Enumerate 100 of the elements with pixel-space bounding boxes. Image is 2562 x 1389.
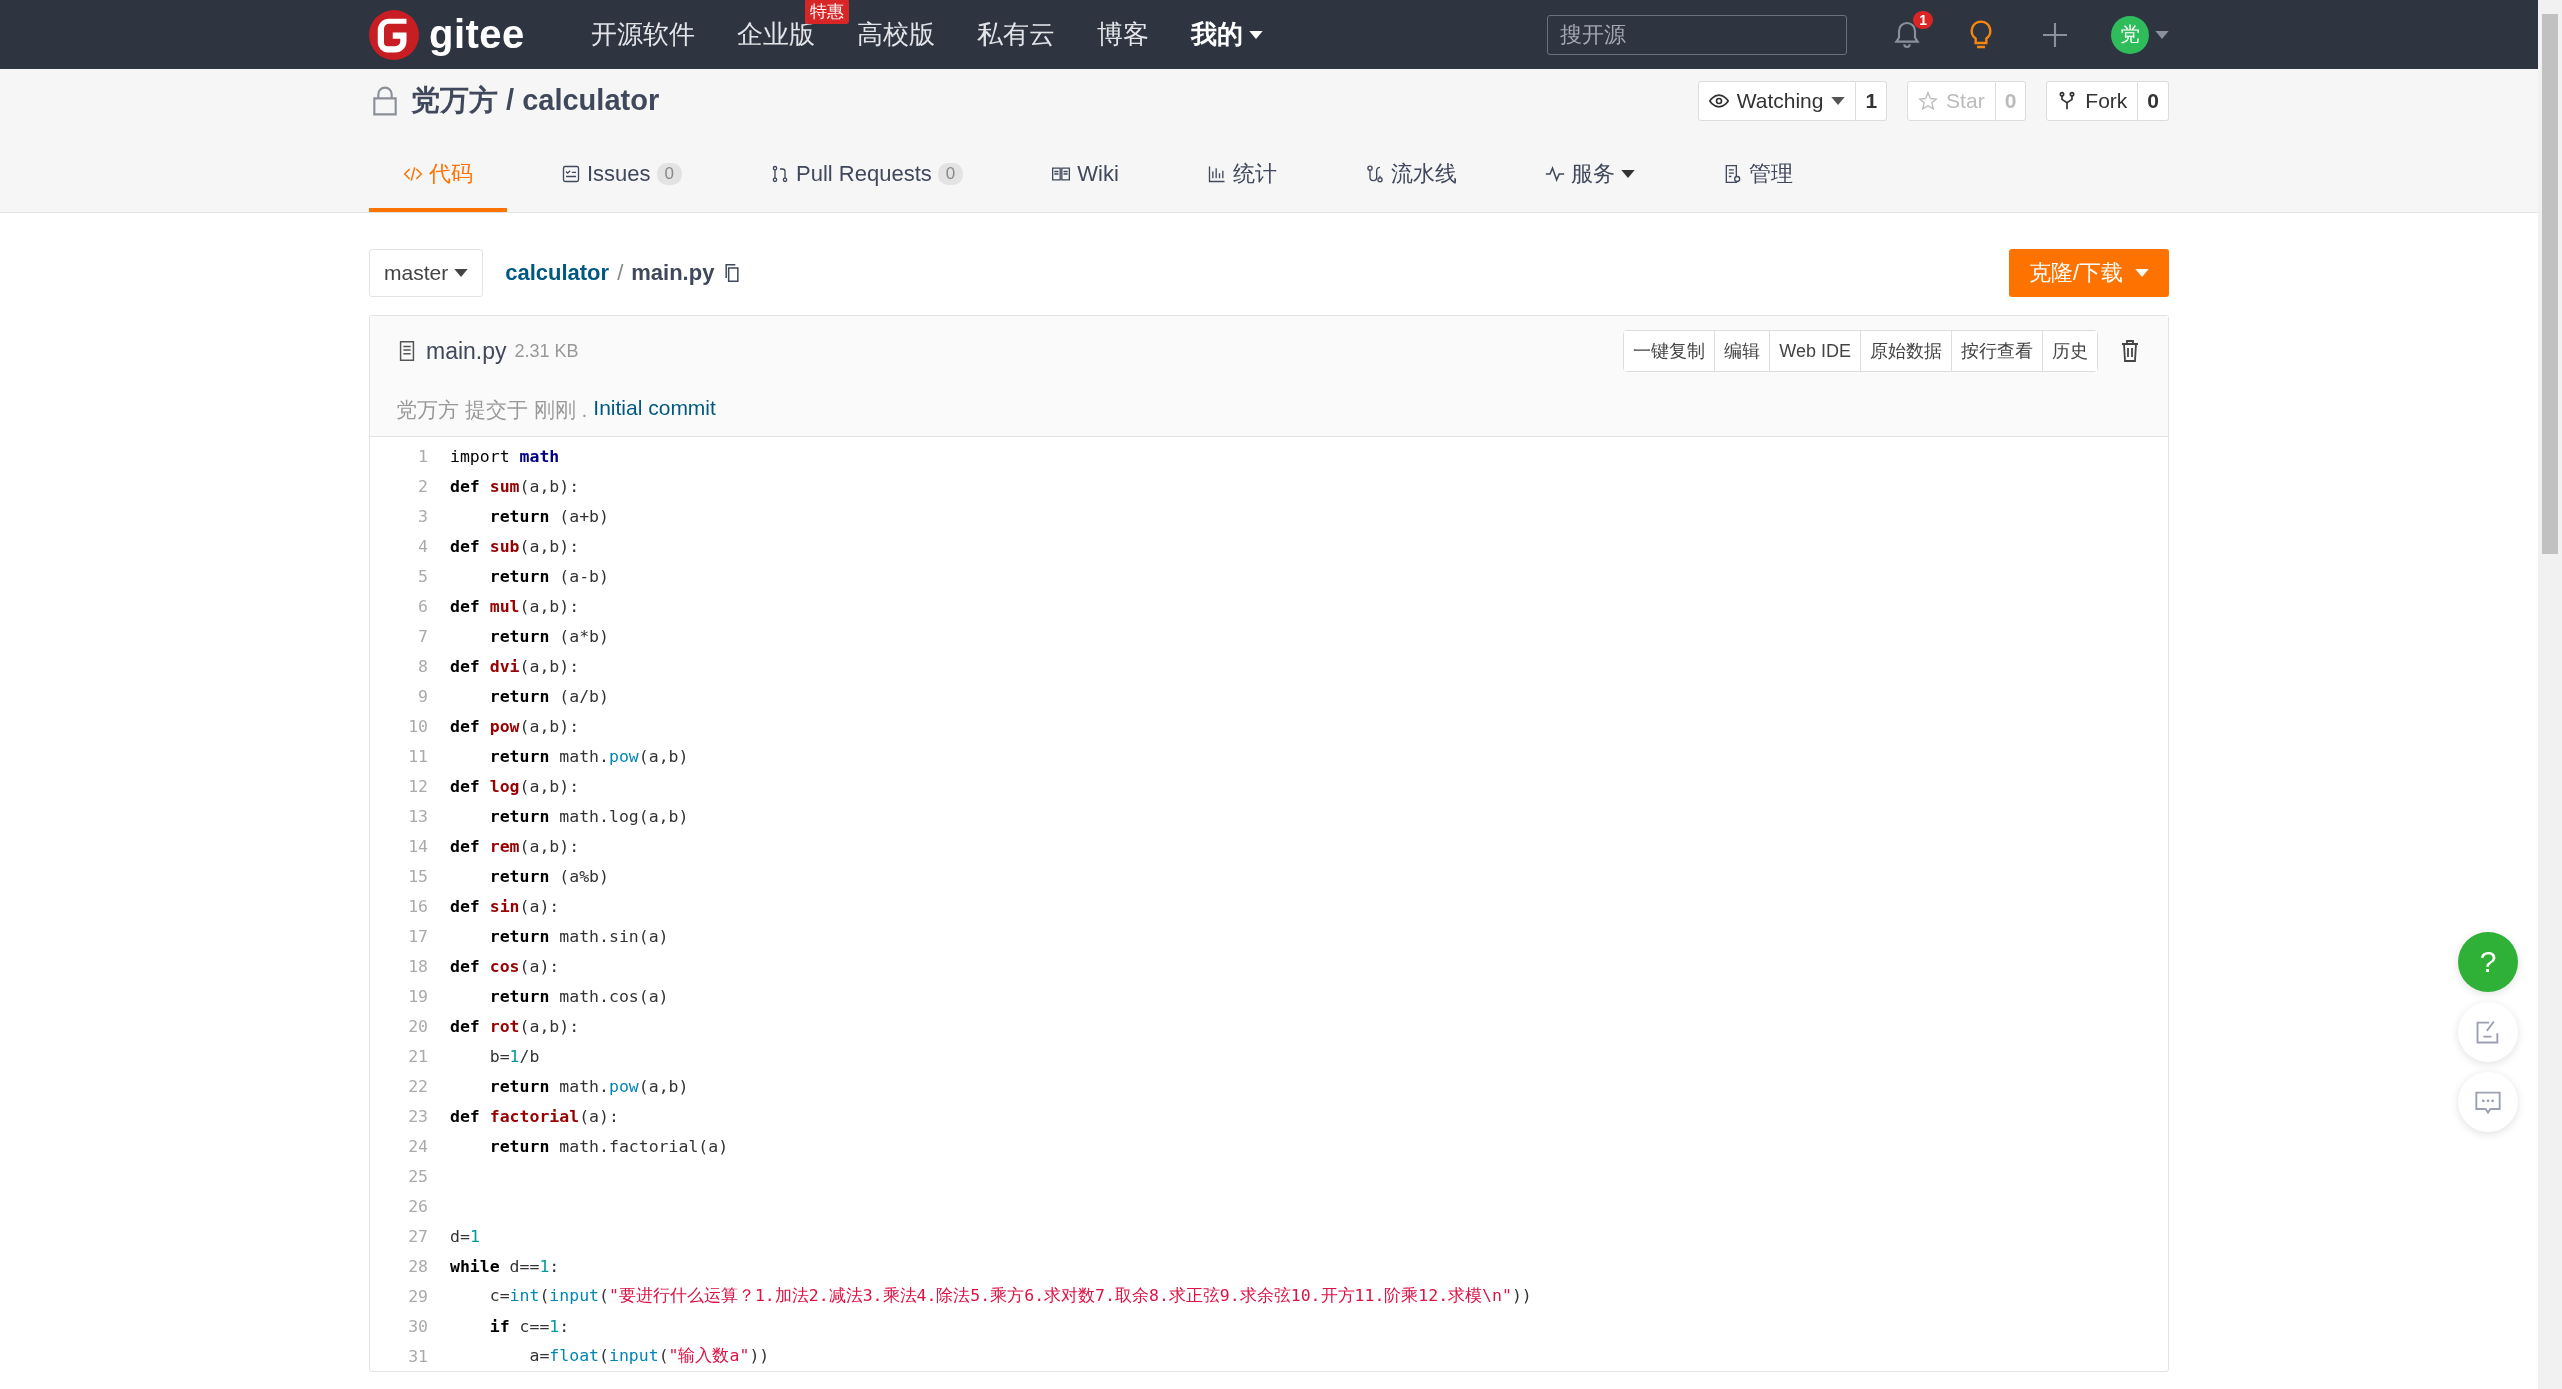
caret-icon[interactable] [2155, 30, 2169, 39]
pulse-icon [1544, 164, 1565, 184]
line-number: 25 [407, 1166, 429, 1186]
line-number: 20 [407, 1016, 429, 1036]
line-number: 23 [407, 1106, 429, 1126]
repo-tab[interactable]: Pull Requests 0 [736, 143, 998, 212]
brand-name[interactable]: gitee [429, 12, 525, 57]
code-line: a=float(input("输入数a")) [528, 1345, 770, 1367]
code-line: return math.factorial(a) [488, 1136, 729, 1156]
code-line: return (a%b) [488, 866, 609, 886]
code-line: d=1 [450, 1226, 480, 1246]
scrollbar[interactable] [2538, 0, 2562, 1389]
code-line: def cos(a): [450, 956, 560, 976]
code-line: while d==1: [450, 1256, 560, 1276]
line-number: 12 [407, 776, 429, 796]
code-line: def factorial(a): [450, 1106, 619, 1126]
file-size: 2.31 KB [514, 340, 579, 362]
code-line: def rot(a,b): [450, 1016, 580, 1036]
code-icon [403, 164, 423, 184]
repo-action-button[interactable]: Watching [1697, 81, 1857, 121]
breadcrumb-link[interactable]: calculator [505, 260, 610, 286]
code-line: def sub(a,b): [450, 536, 580, 556]
nav-link[interactable]: 高校版 [856, 17, 935, 52]
line-number: 4 [417, 536, 429, 556]
line-number: 15 [407, 866, 429, 886]
bar-chart-icon [1206, 164, 1227, 184]
line-number: 13 [407, 806, 429, 826]
code-line: return math.pow(a,b) [488, 1076, 689, 1096]
code-line: def rem(a,b): [450, 836, 580, 856]
code-line: c=int(input("要进行什么运算？1.加法2.减法3.乘法4.除法5.乘方6.求对数7.取余8.求正弦9.求余弦10.开方11.阶乘12.求模\n")) [488, 1285, 1532, 1307]
file-action-button[interactable]: 历史 [2042, 331, 2097, 371]
scrollbar-thumb[interactable] [2542, 14, 2558, 554]
line-number: 24 [407, 1136, 429, 1156]
line-number: 6 [417, 596, 429, 616]
eye-icon [1708, 91, 1729, 111]
repo-tab[interactable]: Wiki [1017, 143, 1153, 212]
caret-icon [1248, 30, 1263, 39]
repo-tab[interactable]: 统计 [1172, 143, 1311, 212]
line-number: 9 [417, 686, 429, 706]
caret-icon [1620, 170, 1635, 178]
feedback-button[interactable] [2458, 1002, 2518, 1062]
commit-info: 党万方 提交于 刚刚 . [396, 397, 588, 423]
logo-icon[interactable] [369, 9, 419, 60]
line-number: 27 [407, 1226, 429, 1246]
code-line: return math.pow(a,b) [488, 746, 689, 766]
repo-action-button[interactable]: Fork [2046, 81, 2139, 121]
star-icon [1918, 91, 1939, 111]
line-number: 31 [407, 1346, 429, 1366]
code-line: def pow(a,b): [450, 716, 580, 736]
code-line: import math [450, 446, 560, 466]
nav-link[interactable]: 我的 [1190, 17, 1263, 52]
code-line: def dvi(a,b): [450, 656, 580, 676]
repo-tab[interactable]: 流水线 [1330, 143, 1491, 212]
code-line: def sum(a,b): [450, 476, 580, 496]
chat-button[interactable] [2458, 1072, 2518, 1132]
code-line: return (a-b) [488, 566, 609, 586]
nav-link[interactable]: 开源软件 [590, 17, 695, 52]
line-number: 1 [417, 446, 429, 466]
checklist-icon [561, 164, 581, 184]
line-number: 19 [407, 986, 429, 1006]
line-number: 7 [417, 626, 429, 646]
repo-title: 党万方 / calculator [411, 83, 660, 118]
code-line: return math.sin(a) [488, 926, 669, 946]
line-number: 28 [407, 1256, 429, 1276]
count-link[interactable]: 1 [1856, 81, 1888, 121]
line-number: 18 [407, 956, 429, 976]
line-number: 5 [417, 566, 429, 586]
line-number: 14 [407, 836, 429, 856]
line-number: 22 [407, 1076, 429, 1096]
caret-icon [454, 269, 469, 277]
notification-badge: 1 [1913, 10, 1933, 29]
line-number: 16 [407, 896, 429, 916]
commit-message-link[interactable]: Initial commit [593, 396, 716, 424]
repo-tab[interactable]: 服务 [1510, 143, 1669, 212]
code-line: b=1/b [488, 1046, 540, 1066]
code-line: def mul(a,b): [450, 596, 580, 616]
code-line: return math.log(a,b) [488, 806, 689, 826]
count-link[interactable]: 0 [2138, 81, 2169, 121]
breadcrumb-separator: / [617, 260, 624, 286]
line-number: 26 [407, 1196, 429, 1216]
line-number: 29 [407, 1286, 429, 1306]
line-number: 8 [417, 656, 429, 676]
code-line: def log(a,b): [450, 776, 580, 796]
code-line: return (a+b) [488, 506, 609, 526]
repo-tab[interactable]: 管理 [1688, 143, 1827, 212]
nav-link[interactable]: 私有云 [976, 17, 1055, 52]
promo-badge: 特惠 [804, 0, 849, 24]
caret-icon [1831, 97, 1846, 105]
pipeline-icon [1364, 164, 1385, 184]
branch-dropdown[interactable]: master [369, 249, 484, 297]
file-name: main.py [631, 260, 715, 286]
line-number: 30 [407, 1316, 429, 1336]
search-field[interactable]: 搜开源 [1547, 14, 1847, 55]
code-line: return math.cos(a) [488, 986, 669, 1006]
caret-icon [2135, 269, 2149, 277]
line-number: 10 [407, 716, 429, 736]
line-number: 21 [407, 1046, 429, 1066]
nav-link[interactable]: 博客 [1096, 17, 1149, 52]
code-line: if c==1: [488, 1316, 570, 1336]
repo-tab[interactable]: Issues 0 [527, 143, 717, 212]
